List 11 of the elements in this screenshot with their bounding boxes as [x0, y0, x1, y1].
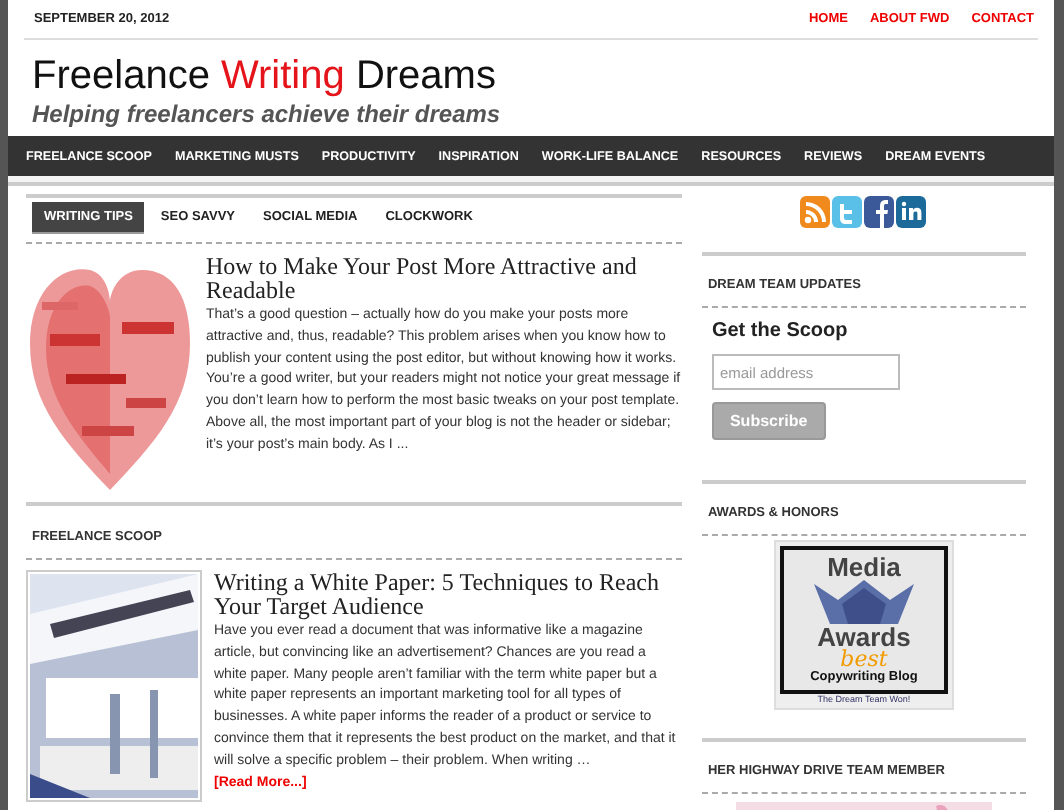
post-title-link[interactable]: Writing a White Paper: 5 Techniques to Reach Your Target Audience [214, 570, 682, 618]
badge-script-text: best [840, 650, 888, 670]
badge-text: Media [827, 554, 901, 580]
in-letter-icon[interactable] [896, 196, 927, 228]
crown-icon [813, 580, 914, 624]
f-letter-icon[interactable] [864, 196, 895, 228]
site-tagline: Helping freelancers achieve their dreams [32, 100, 503, 128]
site-title[interactable]: Freelance Writing Dreams [32, 54, 1030, 98]
widget-title: Get the Scoop [711, 320, 848, 342]
post-title-link[interactable]: How to Make Your Post More Attractive and Readable [206, 254, 682, 302]
badge-text: Awards [817, 624, 911, 650]
